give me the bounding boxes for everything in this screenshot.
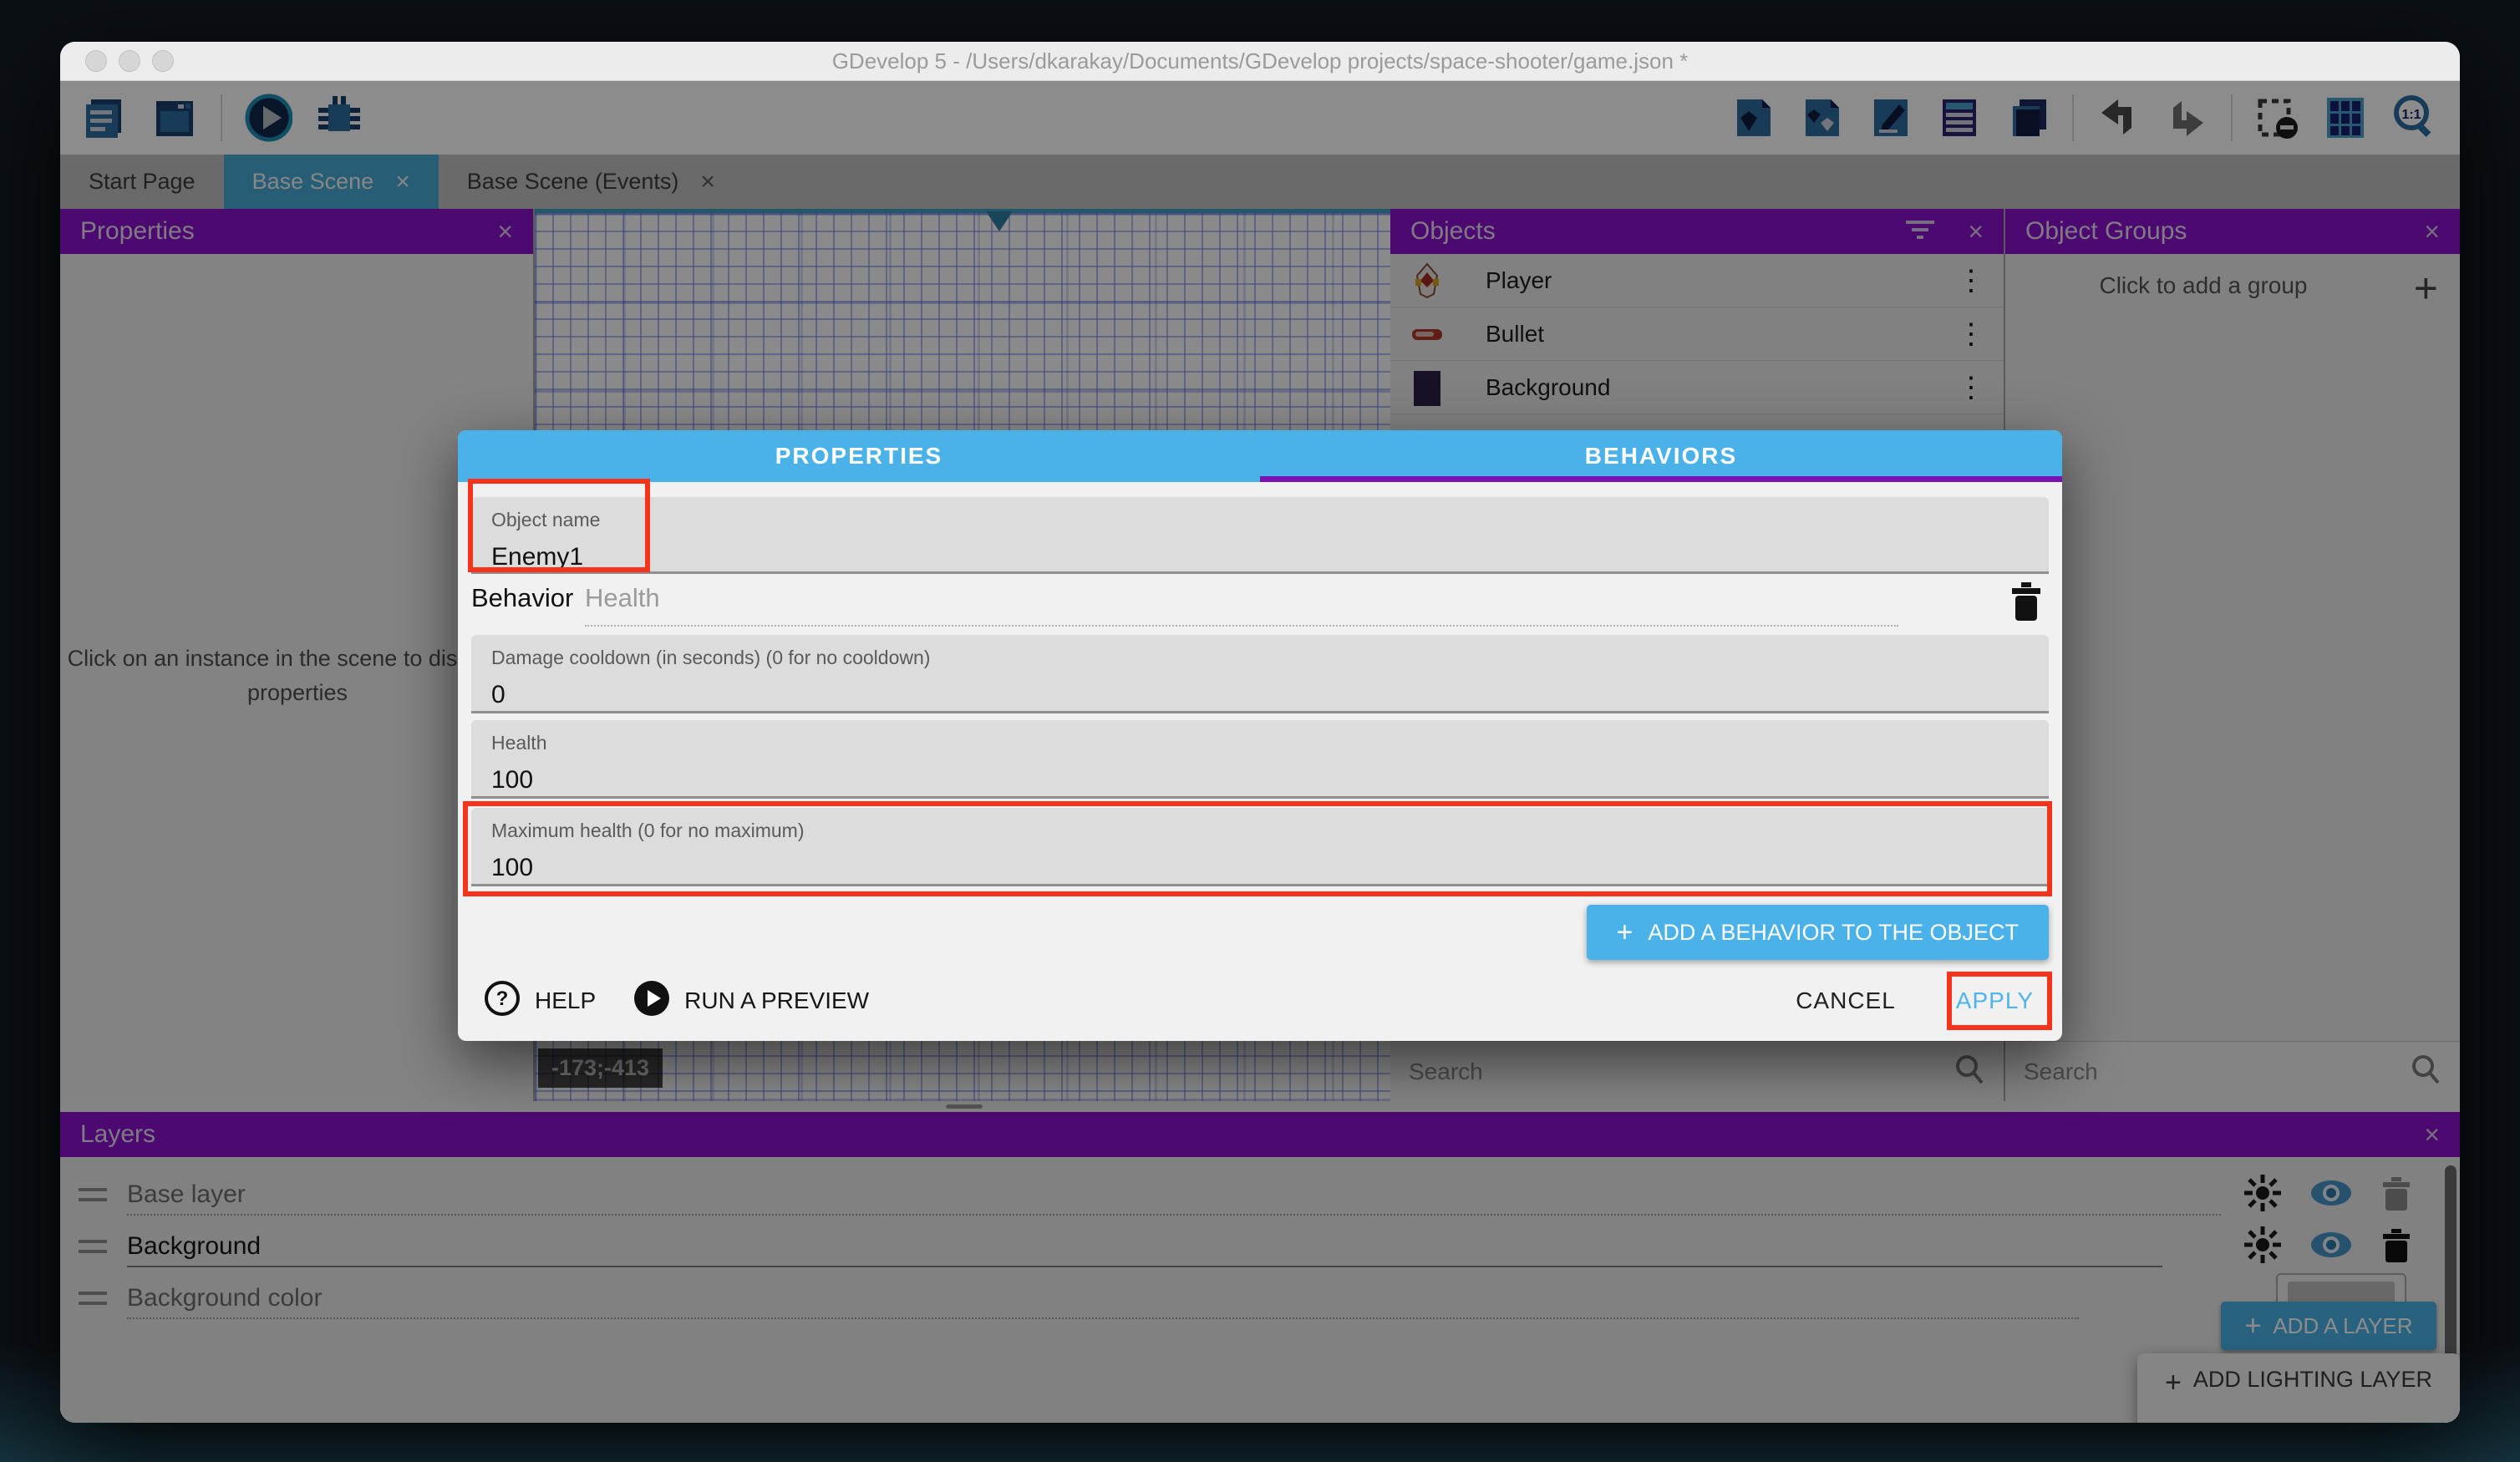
play-icon — [633, 979, 671, 1023]
delete-behavior-trash-icon[interactable] — [2009, 580, 2044, 627]
titlebar: GDevelop 5 - /Users/dkarakay/Documents/G… — [60, 42, 2460, 81]
object-editor-dialog: PROPERTIES BEHAVIORS Object name Enemy1 … — [458, 430, 2062, 1041]
object-name-field[interactable]: Object name Enemy1 — [471, 497, 2049, 574]
svg-text:?: ? — [496, 987, 509, 1010]
dialog-tab-properties[interactable]: PROPERTIES — [458, 430, 1260, 482]
help-icon: ? — [483, 979, 521, 1023]
app-window: GDevelop 5 - /Users/dkarakay/Documents/G… — [60, 42, 2460, 1423]
help-button[interactable]: ? HELP — [483, 979, 596, 1023]
annotation-object-name — [468, 479, 650, 572]
dialog-footer: ? HELP RUN A PREVIEW CANCEL APPLY — [483, 977, 2034, 1024]
health-field[interactable]: Health 100 — [471, 720, 2049, 799]
behavior-row: Behavior Health — [471, 578, 2049, 630]
dialog-tabbar: PROPERTIES BEHAVIORS — [458, 430, 2062, 482]
run-preview-button[interactable]: RUN A PREVIEW — [633, 979, 869, 1023]
add-behavior-button[interactable]: + ADD A BEHAVIOR TO THE OBJECT — [1587, 905, 2049, 960]
behavior-name-field[interactable]: Health — [585, 583, 1898, 627]
annotation-maximum-health — [463, 801, 2052, 896]
annotation-apply — [1947, 972, 2052, 1030]
window-title: GDevelop 5 - /Users/dkarakay/Documents/G… — [60, 48, 2460, 74]
cancel-button[interactable]: CANCEL — [1796, 987, 1896, 1014]
active-tab-indicator — [1260, 476, 2062, 482]
damage-cooldown-field[interactable]: Damage cooldown (in seconds) (0 for no c… — [471, 635, 2049, 713]
dialog-tab-behaviors[interactable]: BEHAVIORS — [1260, 430, 2062, 482]
plus-icon: + — [1617, 916, 1633, 949]
